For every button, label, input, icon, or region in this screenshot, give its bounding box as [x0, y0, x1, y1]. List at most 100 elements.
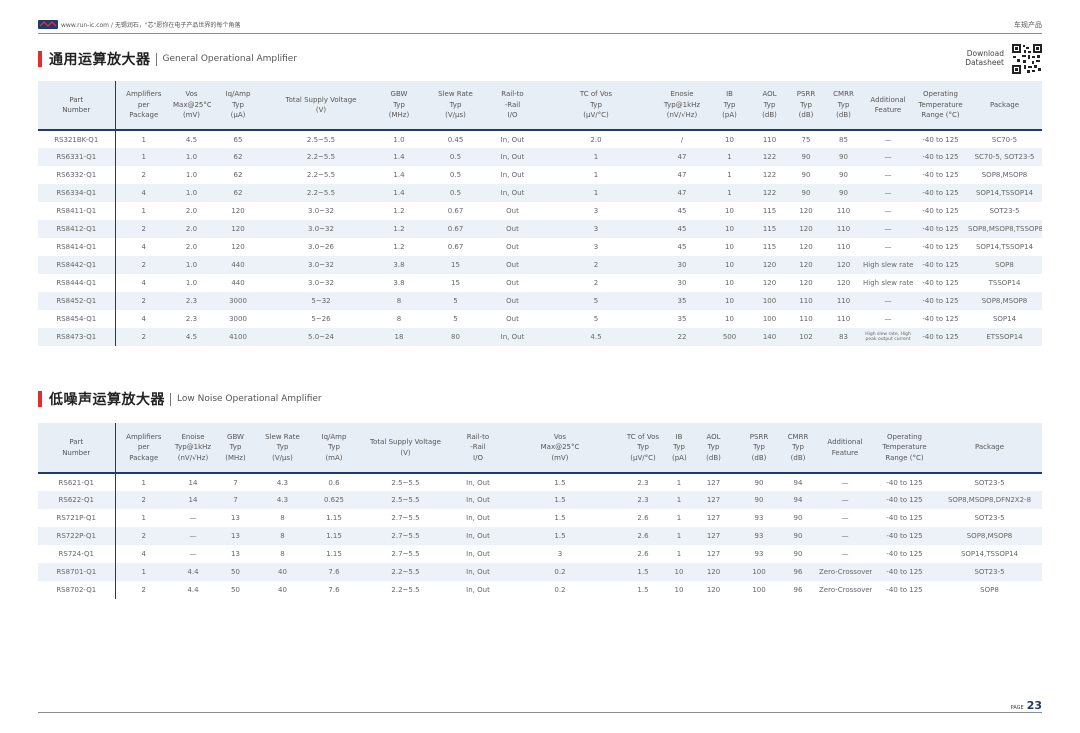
top-divider [38, 33, 1042, 34]
table-cell: 120 [687, 563, 740, 581]
table-row: RS6334-Q1 4 1.0 62 2.2~5.5 1.4 0.5 In, Out 1 47 1 1… [38, 184, 1042, 202]
table-cell: 35 [677, 315, 687, 323]
table-cell: RS622-Q1 [38, 491, 116, 509]
table-cell: SOP8 [967, 256, 1042, 274]
table-cell: 0.45 [447, 135, 464, 144]
table-cell: 122 [762, 171, 777, 179]
table-cell: 1 [115, 148, 172, 166]
table-cell: 2.2~5.5 [360, 563, 451, 581]
column-header-line: Amplifiers [126, 90, 162, 99]
table-cell: 110 [836, 315, 851, 323]
table-cell: 115 [752, 220, 787, 238]
table-cell: Out [506, 315, 519, 323]
table-cell: -40 to 125 [914, 184, 967, 202]
table-cell: 3.0~26 [308, 243, 334, 251]
table-cell: 3.0~32 [308, 279, 334, 287]
table-cell: 122 [752, 184, 787, 202]
table-cell: 90 [793, 514, 803, 522]
table-cell: 80 [421, 328, 490, 346]
column-header: GBW Typ (MHz) [377, 81, 421, 131]
table-cell: 96 [778, 563, 818, 581]
table-cell: 110 [836, 243, 851, 251]
table-cell: RS321BK-Q1 [38, 130, 116, 148]
column-header-line: Typ [328, 443, 340, 452]
table-row: RS8473-Q1 2 4.5 4100 5.0~24 18 80 In, Out 4.5 22 5… [38, 328, 1042, 346]
table-cell: 14 [188, 478, 198, 487]
qr-code-icon[interactable] [1012, 44, 1042, 74]
table-cell: 4 [141, 279, 146, 287]
table-cell: 1.0 [172, 184, 211, 202]
column-header: Package [967, 81, 1042, 131]
table-cell: High slew rate [862, 256, 914, 274]
table-cell: 5 [535, 292, 657, 310]
table-cell: 10 [725, 207, 734, 215]
table-cell: In, Out [451, 527, 505, 545]
table-cell: 47 [657, 148, 707, 166]
column-header-line: Typ [590, 100, 602, 109]
column-header-line: PSRR [796, 90, 816, 99]
column-header-line: IB [675, 432, 683, 441]
column-header-line: (dB) [706, 453, 721, 462]
table-cell: 90 [740, 491, 778, 509]
column-header: CMRR Typ (dB) [778, 423, 818, 474]
table-cell: RS8414-Q1 [38, 238, 116, 256]
table-body: RS621-Q1 1 14 7 4.3 0.6 2.5~5.5 In, Out 1.5 2.3 1 1… [38, 473, 1042, 599]
table-cell: 2 [115, 292, 172, 310]
table-cell: — [862, 220, 914, 238]
table-cell: 4.5 [172, 328, 211, 346]
table-cell: 140 [752, 328, 787, 346]
table-cell: 100 [740, 563, 778, 581]
table-cell: 5.0~24 [265, 328, 377, 346]
column-header-line: (nV/√Hz) [666, 111, 698, 120]
column-header-line: -Rail [504, 100, 521, 109]
table-cell: 0.5 [421, 184, 490, 202]
table-cell: 90 [787, 148, 825, 166]
column-header: Operating Temperature Range (°C) [914, 81, 967, 131]
table-cell: 2.5~5.5 [360, 491, 451, 509]
table-cell: 45 [657, 220, 707, 238]
table-cell: — [862, 184, 914, 202]
page-number: PAGE 23 [1011, 699, 1042, 712]
table-cell: 1 [676, 514, 682, 522]
table-cell: 1.5 [554, 478, 566, 487]
table-cell: SOP14,TSSOP14 [960, 550, 1019, 558]
top-bar: www.run-ic.com / 无锡润石，"芯"愿你在电子产品世界的每个角落 … [38, 19, 1042, 33]
table-row: RS8452-Q1 2 2.3 3000 5~32 8 5 Out 5 35 10 100 110 110… [38, 292, 1042, 310]
column-header-line: (dB) [836, 111, 851, 120]
table-cell: Zero-Crossover [819, 586, 872, 594]
column-header-line: Slew Rate [265, 432, 300, 441]
table-cell: 1 [141, 478, 146, 487]
table-cell: 120 [211, 220, 265, 238]
table-cell: 15 [451, 279, 460, 287]
table-cell: -40 to 125 [922, 171, 959, 179]
column-header: Amplifiers per Package [115, 81, 172, 131]
table-cell: 115 [762, 207, 777, 215]
table-cell: 1 [141, 207, 146, 215]
table-cell: -40 to 125 [886, 514, 923, 522]
table-cell: 4 [115, 184, 172, 202]
table-cell: 0.2 [505, 563, 615, 581]
column-header-line: Amplifiers [126, 432, 162, 441]
table-row: RS622-Q1 2 14 7 4.3 0.625 2.5~5.5 In, Out 1.5 2.3… [38, 491, 1042, 509]
column-header-line: GBW [227, 432, 244, 441]
column-header-line: Operating [923, 90, 958, 99]
table-cell: -40 to 125 [922, 135, 959, 144]
table-cell: 4 [141, 243, 146, 251]
table-cell: 1 [535, 184, 657, 202]
section-title-low-noise: 低噪声运算放大器 Low Noise Operational Amplifier [38, 390, 322, 408]
table-cell: In, Out [466, 550, 490, 558]
table-cell: 1 [141, 135, 146, 144]
section-title-cn: 通用运算放大器 [49, 52, 151, 68]
table-cell: 10 [725, 315, 734, 323]
column-header-line: (mV) [182, 111, 201, 120]
column-header-line: Part [69, 438, 84, 446]
table-cell: SOP8,MSOP8 [967, 292, 1042, 310]
table-cell: Zero-Crossover [818, 563, 872, 581]
column-header-line: Enoise [181, 432, 205, 441]
table-cell: 1.5 [554, 514, 566, 522]
table-row: RS6332-Q1 2 1.0 62 2.2~5.5 1.4 0.5 In, Out 1 47 1 1… [38, 166, 1042, 184]
column-header: AOL Typ (dB) [687, 423, 740, 474]
table-cell: 100 [752, 292, 787, 310]
table-cell: High slew rate, High peak output current [862, 328, 914, 346]
column-header: Rail-to -Rail I/O [451, 423, 505, 474]
